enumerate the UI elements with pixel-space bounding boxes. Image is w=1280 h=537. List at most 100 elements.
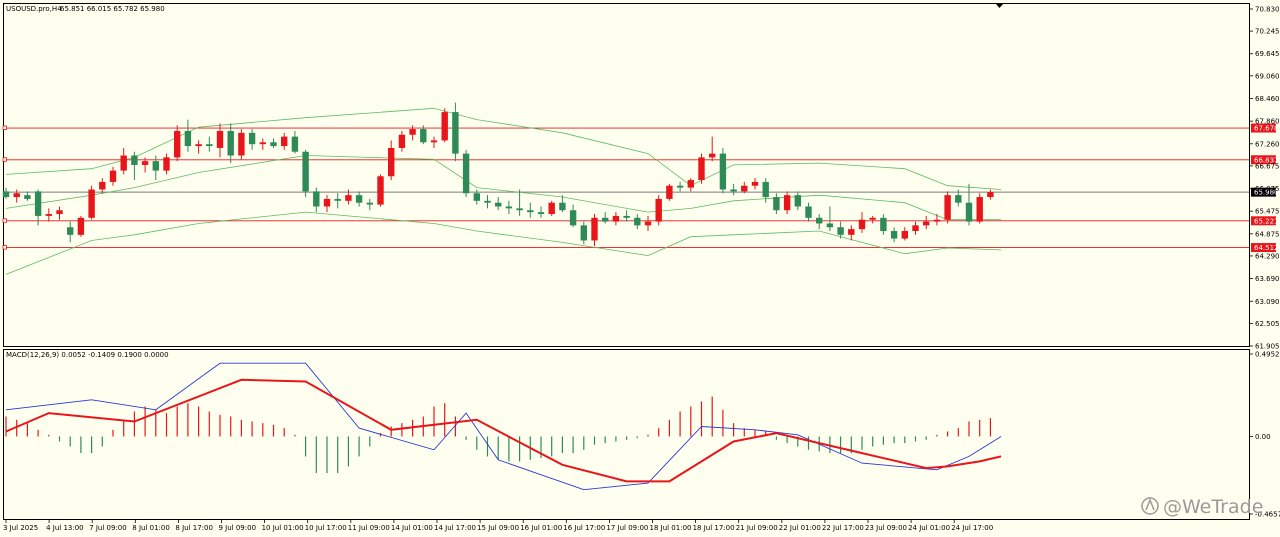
macd-tick-label: 0.00 xyxy=(1255,433,1271,441)
candle-body xyxy=(420,129,427,143)
level-handle xyxy=(2,157,7,162)
time-tick-label: 18 Jul 01:00 xyxy=(650,524,692,532)
candle-body xyxy=(773,197,780,211)
price-tick-label: 62.505 xyxy=(1255,320,1280,328)
level-handle xyxy=(2,245,7,250)
time-tick-label: 14 Jul 01:00 xyxy=(391,524,433,532)
candle-body xyxy=(174,130,181,158)
ohlc-readout: 65.851 66.015 65.782 65.980 xyxy=(60,5,165,13)
candle-body xyxy=(644,221,652,226)
candle-body xyxy=(88,189,95,218)
time-tick-label: 10 Jul 17:00 xyxy=(305,524,347,532)
time-tick-label: 21 Jul 09:00 xyxy=(736,524,778,532)
candle-body xyxy=(34,191,42,216)
candle-body xyxy=(602,217,609,222)
price-tick-label: 66.675 xyxy=(1255,162,1280,170)
candle-body xyxy=(430,140,438,143)
candle-body xyxy=(976,197,983,222)
price-tick-label: 64.290 xyxy=(1255,252,1280,260)
price-pane[interactable]: 67.67866.83765.22164.51265.980 USOUSD.pr… xyxy=(2,3,1279,347)
candle-body xyxy=(259,142,266,145)
candle-body xyxy=(462,153,470,194)
price-tick-label: 67.860 xyxy=(1255,118,1280,126)
candle-body xyxy=(120,155,127,171)
price-level-label: 65.221 xyxy=(1254,217,1279,225)
time-tick-label: 16 Jul 17:00 xyxy=(563,524,605,532)
candle-body xyxy=(141,161,149,165)
candle-body xyxy=(687,180,694,188)
candle-body xyxy=(527,210,534,213)
price-tick-label: 64.875 xyxy=(1255,230,1280,238)
candle-body xyxy=(965,202,973,222)
candle-body xyxy=(923,221,930,226)
level-handle xyxy=(2,125,7,130)
symbol-title: USOUSD.pro,H4 xyxy=(6,5,62,13)
trading-chart[interactable]: 67.67866.83765.22164.51265.980 USOUSD.pr… xyxy=(0,0,1280,537)
candle-body xyxy=(163,157,170,171)
watermark-text: @WeTrade xyxy=(1163,496,1263,518)
time-tick-label: 23 Jul 09:00 xyxy=(865,524,907,532)
price-tick-label: 65.475 xyxy=(1255,208,1280,216)
price-tick-label: 63.690 xyxy=(1255,275,1280,283)
macd-pane[interactable]: MACD(12,26,9) 0.0052 -0.1409 0.1900 0.00… xyxy=(3,349,1250,520)
candle-body xyxy=(495,202,502,207)
candle-body xyxy=(569,210,577,226)
price-tick-label: 68.460 xyxy=(1255,95,1280,103)
time-tick-label: 7 Jul 09:00 xyxy=(89,524,127,532)
candle-body xyxy=(987,192,994,198)
candle-body xyxy=(709,153,716,158)
candle-body xyxy=(109,170,117,182)
candle-body xyxy=(248,132,256,145)
candle-body xyxy=(837,227,844,235)
price-level-label: 64.512 xyxy=(1254,244,1279,252)
candle-body xyxy=(794,195,801,207)
time-tick-label: 11 Jul 09:00 xyxy=(348,524,390,532)
level-handle xyxy=(2,218,7,223)
candle-body xyxy=(548,202,555,215)
candle-body xyxy=(206,144,213,147)
candle-body xyxy=(559,202,566,211)
candle-body xyxy=(762,181,769,198)
candle-body xyxy=(99,181,106,190)
candle-body xyxy=(901,231,908,239)
candle-body xyxy=(591,217,598,241)
candle-body xyxy=(377,176,384,205)
candle-body xyxy=(366,202,373,205)
candle-body xyxy=(56,210,63,215)
candle-body xyxy=(676,185,684,188)
candle-body xyxy=(484,200,491,203)
candle-body xyxy=(944,195,951,220)
candle-body xyxy=(537,212,545,215)
price-tick-label: 70.245 xyxy=(1255,28,1280,36)
time-tick-label: 8 Jul 01:00 xyxy=(132,524,170,532)
candle-body xyxy=(826,223,834,228)
candle-body xyxy=(2,191,10,198)
candle-body xyxy=(270,142,277,147)
candle-body xyxy=(441,112,448,141)
price-tick-label: 63.090 xyxy=(1255,298,1280,306)
time-tick-label: 22 Jul 01:00 xyxy=(779,524,821,532)
candle-body xyxy=(345,195,352,201)
time-tick-label: 3 Jul 2025 xyxy=(3,524,38,532)
candle-body xyxy=(67,227,74,235)
candle-body xyxy=(623,215,630,218)
candle-body xyxy=(719,153,727,190)
candle-body xyxy=(580,225,587,241)
candle-body xyxy=(505,206,513,209)
time-tick-label: 22 Jul 17:00 xyxy=(822,524,864,532)
candle-body xyxy=(13,193,20,198)
price-tick-label: 61.905 xyxy=(1255,343,1280,351)
time-tick-label: 4 Jul 13:00 xyxy=(46,524,84,532)
candle-body xyxy=(131,155,138,165)
price-tick-label: 69.645 xyxy=(1255,50,1280,58)
candle-body xyxy=(805,206,812,218)
candle-body xyxy=(783,195,791,211)
price-tick-label: 69.060 xyxy=(1255,72,1280,80)
price-pane-frame xyxy=(3,3,1250,347)
candle-body xyxy=(869,217,876,220)
candle-body xyxy=(195,144,202,147)
price-level-label: 67.678 xyxy=(1254,125,1279,133)
candle-body xyxy=(398,134,406,148)
time-tick-label: 14 Jul 17:00 xyxy=(434,524,476,532)
candle-body xyxy=(698,157,705,181)
